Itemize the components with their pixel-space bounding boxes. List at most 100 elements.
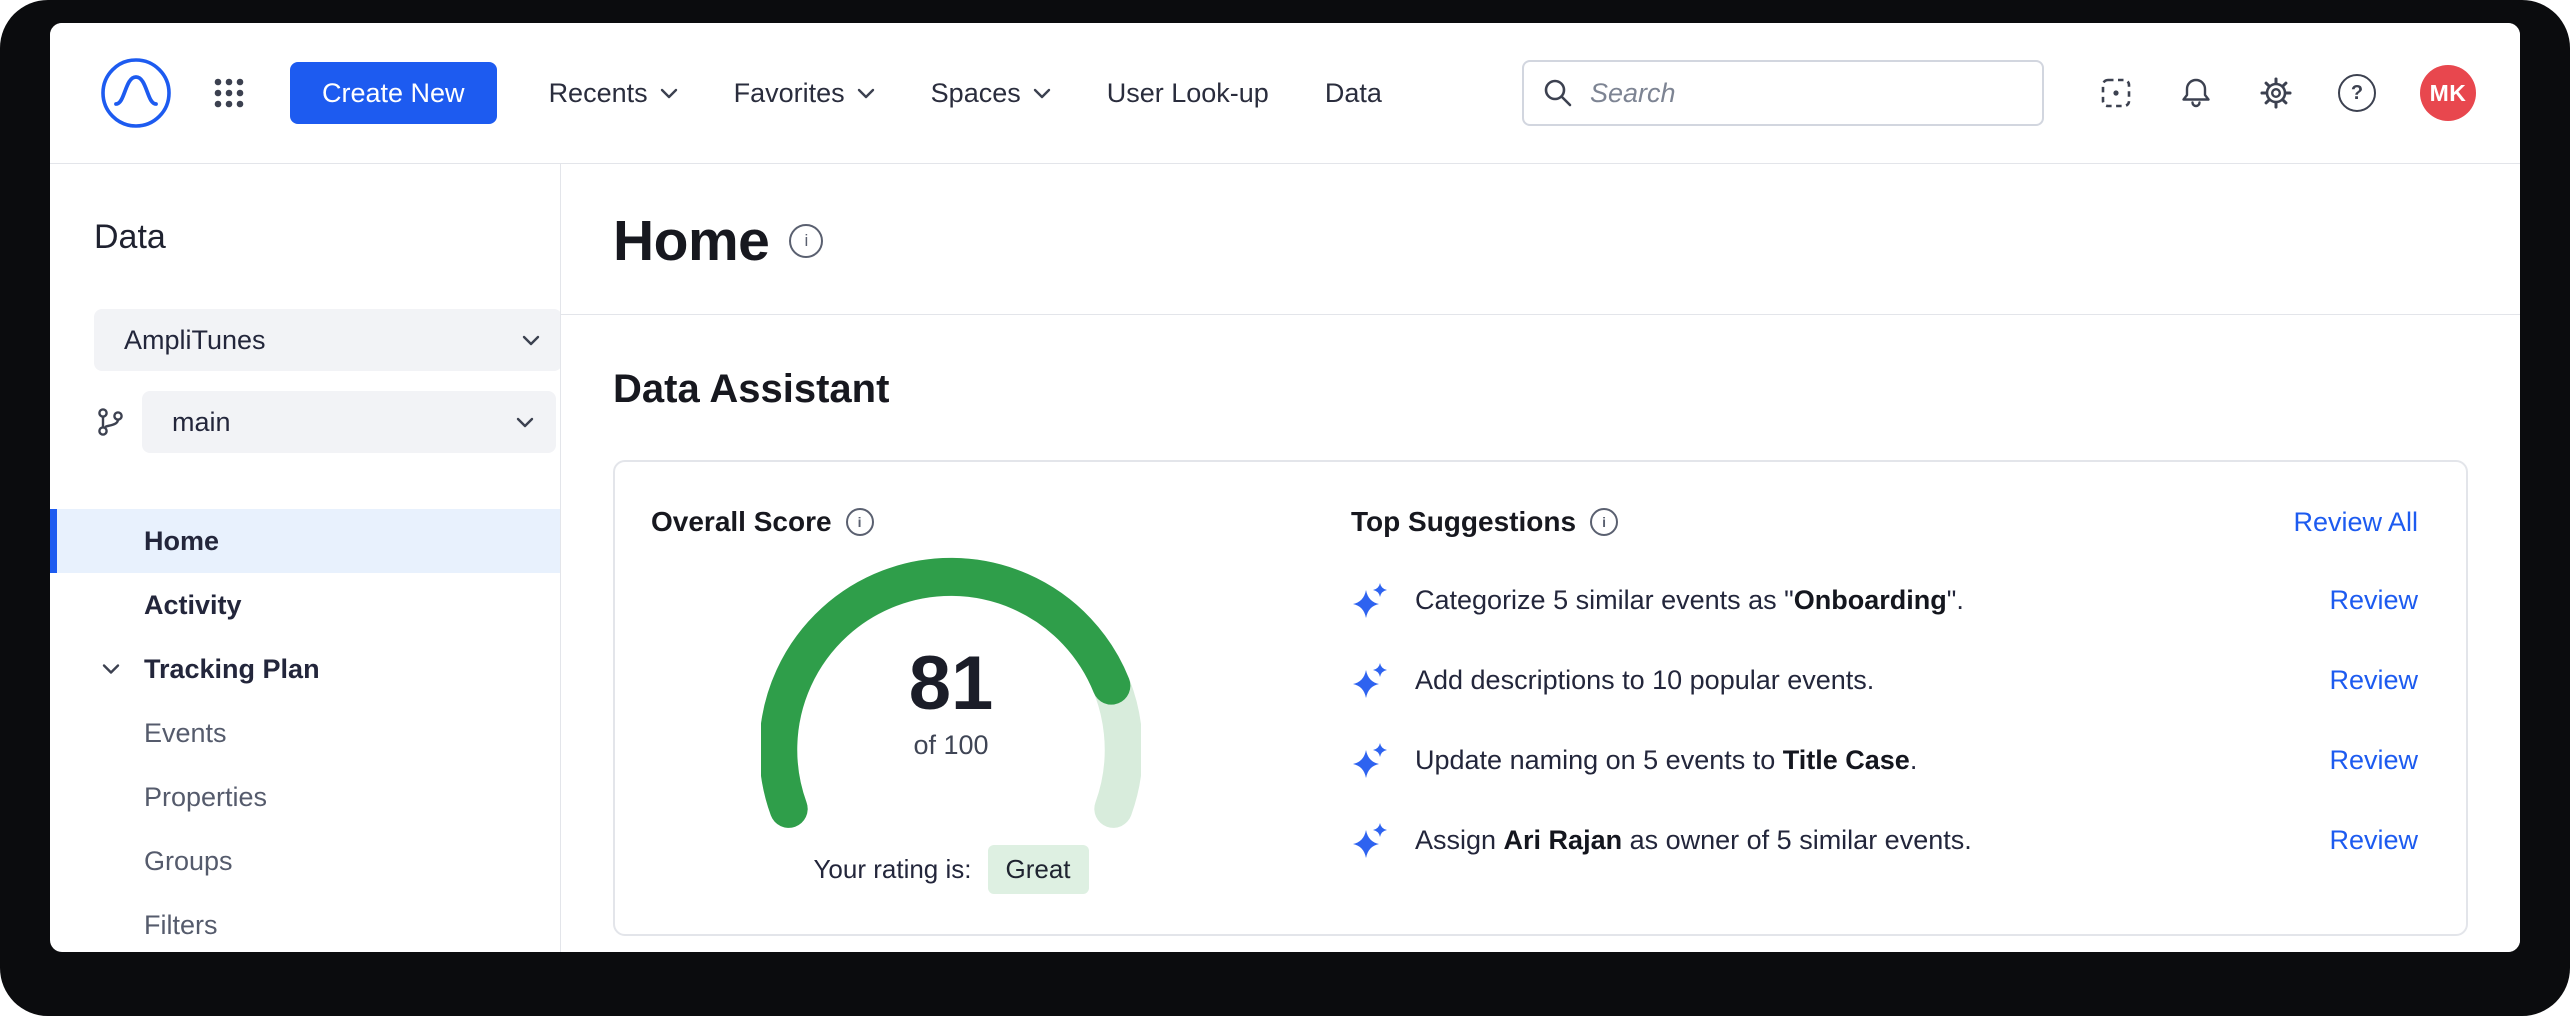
sidebar-item-label: Tracking Plan <box>144 654 320 685</box>
info-glyph: i <box>1602 514 1606 530</box>
sparkle-icon <box>1351 741 1389 779</box>
sidebar-item-label: Events <box>144 718 227 749</box>
sidebar-item-label: Filters <box>144 910 218 941</box>
chevron-down-icon <box>522 335 540 346</box>
overall-score-panel: Overall Score i 81 of 100 <box>651 506 1251 894</box>
browser-frame: Create New Recents Favorites Spaces User… <box>0 0 2570 1016</box>
data-assistant-card: Overall Score i 81 of 100 <box>613 460 2468 936</box>
sidebar-item-label: Groups <box>144 846 233 877</box>
help-icon[interactable]: ? <box>2338 74 2376 112</box>
sidebar-nav: Home Activity Tracking Plan Events Prope… <box>50 509 560 952</box>
sidebar-title: Data <box>50 218 560 257</box>
sidebar-item-tracking-plan[interactable]: Tracking Plan <box>50 637 560 701</box>
sidebar-item-label: Activity <box>144 590 242 621</box>
search-input[interactable] <box>1588 77 2024 110</box>
info-glyph: i <box>804 231 808 251</box>
suggestions-heading: Top Suggestions i <box>1351 506 1618 538</box>
review-link[interactable]: Review <box>2329 665 2418 696</box>
search-icon <box>1542 77 1574 109</box>
review-link[interactable]: Review <box>2329 825 2418 856</box>
nav-spaces-label: Spaces <box>931 78 1021 109</box>
page-header: Home i <box>561 164 2520 315</box>
nav-favorites-label: Favorites <box>734 78 845 109</box>
suggestion-text: Update naming on 5 events to Title Case. <box>1415 745 2303 776</box>
overall-score-title: Overall Score <box>651 506 832 538</box>
sidebar-item-groups[interactable]: Groups <box>50 829 560 893</box>
chevron-down-icon <box>660 88 678 99</box>
chevron-down-icon <box>1033 88 1051 99</box>
branch-selector-value: main <box>172 407 231 438</box>
suggestion-text-post: as owner of 5 similar events. <box>1622 825 1972 855</box>
sidebar-item-filters[interactable]: Filters <box>50 893 560 952</box>
amplitude-logo[interactable] <box>98 55 174 131</box>
main-content: Home i Data Assistant Overall Score i <box>561 164 2520 952</box>
review-link[interactable]: Review <box>2329 585 2418 616</box>
suggestion-text: Add descriptions to 10 popular events. <box>1415 665 2303 696</box>
suggestion-text-bold: Onboarding <box>1794 585 1947 615</box>
help-glyph: ? <box>2351 82 2363 105</box>
suggestion-row: Assign Ari Rajan as owner of 5 similar e… <box>1351 800 2418 880</box>
section-title: Data Assistant <box>613 367 2468 412</box>
nav-user-lookup-label: User Look-up <box>1107 78 1269 109</box>
overall-score-heading: Overall Score i <box>651 506 1251 538</box>
nav-favorites[interactable]: Favorites <box>734 78 875 109</box>
sidebar-item-home[interactable]: Home <box>50 509 560 573</box>
suggestion-text-pre: Assign <box>1415 825 1504 855</box>
nav-data[interactable]: Data <box>1325 78 1382 109</box>
suggestions-title: Top Suggestions <box>1351 506 1576 538</box>
sidebar-item-label: Properties <box>144 782 267 813</box>
search-box[interactable] <box>1522 60 2044 126</box>
nav-recents-label: Recents <box>549 78 648 109</box>
info-icon[interactable]: i <box>789 224 823 258</box>
top-suggestions-panel: Top Suggestions i Review All <box>1251 506 2418 894</box>
info-glyph: i <box>858 514 862 530</box>
chevron-down-icon <box>102 664 120 675</box>
nav-user-lookup[interactable]: User Look-up <box>1107 78 1269 109</box>
create-new-button[interactable]: Create New <box>290 62 497 124</box>
nav-spaces[interactable]: Spaces <box>931 78 1051 109</box>
page-title: Home <box>613 208 769 274</box>
suggestion-text-bold: Title Case <box>1783 745 1910 775</box>
suggestion-text-pre: Categorize 5 similar events as " <box>1415 585 1794 615</box>
sidebar-item-label: Home <box>144 526 219 557</box>
topbar-icons: ? MK <box>2098 65 2476 121</box>
sparkle-icon <box>1351 821 1389 859</box>
info-icon[interactable]: i <box>1590 508 1618 536</box>
score-of-label: of 100 <box>761 730 1141 761</box>
suggestion-row: Add descriptions to 10 popular events. R… <box>1351 640 2418 720</box>
settings-gear-icon[interactable] <box>2258 75 2294 111</box>
sidebar-item-activity[interactable]: Activity <box>50 573 560 637</box>
suggestion-row: Update naming on 5 events to Title Case.… <box>1351 720 2418 800</box>
suggestion-text: Assign Ari Rajan as owner of 5 similar e… <box>1415 825 2303 856</box>
primary-nav: Recents Favorites Spaces User Look-up Da… <box>549 78 1382 109</box>
user-avatar[interactable]: MK <box>2420 65 2476 121</box>
sparkle-icon <box>1351 661 1389 699</box>
chevron-down-icon <box>857 88 875 99</box>
review-all-link[interactable]: Review All <box>2293 507 2418 538</box>
branch-row: main <box>94 391 560 453</box>
project-selector[interactable]: AmpliTunes <box>94 309 561 371</box>
info-icon[interactable]: i <box>846 508 874 536</box>
suggestion-text-post: . <box>1867 665 1875 695</box>
app-window: Create New Recents Favorites Spaces User… <box>50 23 2520 952</box>
rating-row: Your rating is: Great <box>651 845 1251 894</box>
rating-label: Your rating is: <box>813 854 971 885</box>
notifications-bell-icon[interactable] <box>2178 75 2214 111</box>
content-area: Data Assistant Overall Score i <box>561 315 2520 936</box>
sidebar-item-events[interactable]: Events <box>50 701 560 765</box>
chevron-down-icon <box>516 417 534 428</box>
dashed-square-icon[interactable] <box>2098 75 2134 111</box>
project-selector-value: AmpliTunes <box>124 325 266 356</box>
app-body: Data AmpliTunes <box>50 164 2520 952</box>
git-branch-icon <box>94 406 126 438</box>
score-value: 81 <box>761 640 1141 727</box>
nav-data-label: Data <box>1325 78 1382 109</box>
nav-recents[interactable]: Recents <box>549 78 678 109</box>
suggestion-text-pre: Update naming on 5 events to <box>1415 745 1783 775</box>
suggestion-text-bold: Ari Rajan <box>1504 825 1623 855</box>
apps-grid-icon[interactable] <box>212 76 246 110</box>
sidebar-item-properties[interactable]: Properties <box>50 765 560 829</box>
suggestions-header: Top Suggestions i Review All <box>1351 506 2418 538</box>
branch-selector[interactable]: main <box>142 391 556 453</box>
review-link[interactable]: Review <box>2329 745 2418 776</box>
